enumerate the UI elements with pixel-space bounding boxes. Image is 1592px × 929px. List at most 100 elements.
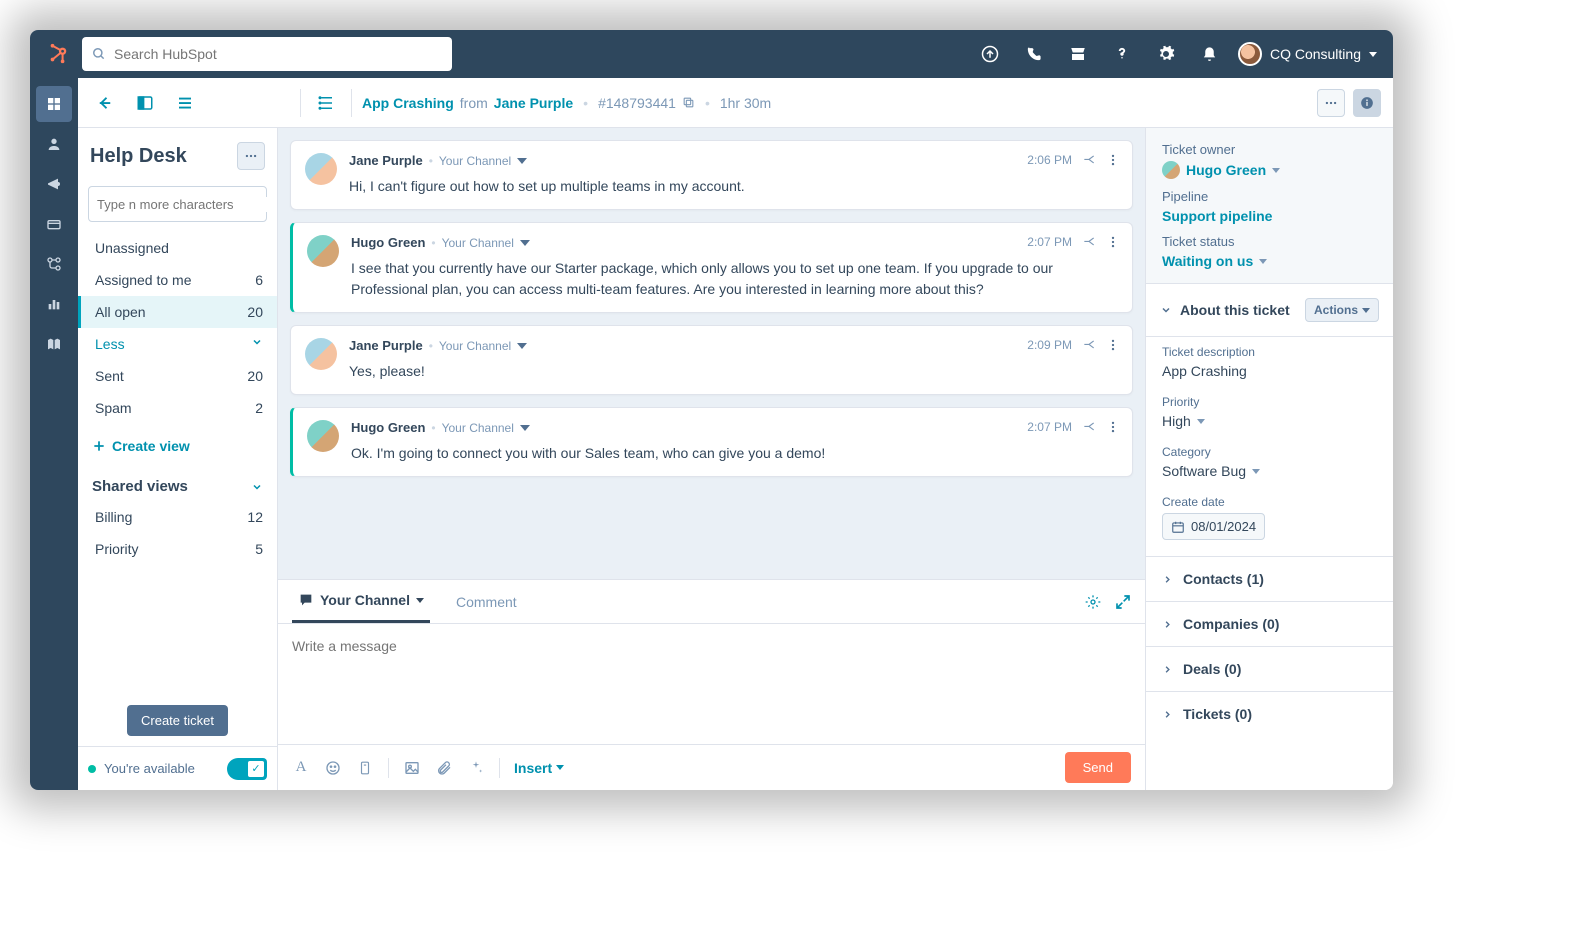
phone-icon[interactable] <box>1018 38 1050 70</box>
list-view-button[interactable] <box>170 88 200 118</box>
message-time: 2:06 PM <box>1027 153 1072 167</box>
chevron-down-icon[interactable] <box>520 425 530 431</box>
owner-dropdown[interactable]: Hugo Green <box>1162 161 1377 179</box>
avatar <box>305 153 337 185</box>
composer-comment-tab[interactable]: Comment <box>450 580 523 623</box>
filter-button[interactable] <box>311 88 341 118</box>
rail-dashboard[interactable] <box>36 86 72 122</box>
message-text: Hi, I can't figure out how to set up mul… <box>349 176 1118 197</box>
chevron-right-icon <box>1162 709 1173 720</box>
view-all-open[interactable]: All open20 <box>78 296 277 328</box>
rail-library[interactable] <box>36 326 72 362</box>
composer-input[interactable] <box>292 638 1131 670</box>
panel-toggle-button[interactable] <box>130 88 160 118</box>
shared-view-priority[interactable]: Priority5 <box>78 533 277 565</box>
view-sent[interactable]: Sent20 <box>78 360 277 392</box>
emoji-button[interactable] <box>324 760 342 776</box>
view-spam[interactable]: Spam2 <box>78 392 277 424</box>
reply-icon[interactable] <box>1082 153 1096 167</box>
rail-reports[interactable] <box>36 286 72 322</box>
assoc-companies[interactable]: Companies (0) <box>1146 601 1393 646</box>
avatar <box>307 235 339 267</box>
reply-icon[interactable] <box>1082 235 1096 249</box>
more-actions-button[interactable] <box>1317 89 1345 117</box>
priority-dropdown[interactable]: High <box>1162 413 1377 429</box>
assoc-deals[interactable]: Deals (0) <box>1146 646 1393 691</box>
chevron-down-icon <box>1252 469 1260 474</box>
contact-name-link[interactable]: Jane Purple <box>494 95 573 111</box>
info-button[interactable] <box>1353 89 1381 117</box>
about-section-header[interactable]: About this ticket Actions <box>1146 284 1393 337</box>
category-dropdown[interactable]: Software Bug <box>1162 463 1377 479</box>
chevron-down-icon <box>251 336 263 348</box>
shared-view-billing[interactable]: Billing12 <box>78 501 277 533</box>
create-view-button[interactable]: Create view <box>78 424 277 468</box>
reply-icon[interactable] <box>1082 420 1096 434</box>
assoc-contacts[interactable]: Contacts (1) <box>1146 556 1393 601</box>
chevron-down-icon <box>251 481 263 493</box>
account-menu[interactable]: CQ Consulting <box>1238 42 1377 66</box>
actions-dropdown[interactable]: Actions <box>1305 298 1379 322</box>
chevron-down-icon[interactable] <box>520 240 530 246</box>
assoc-tickets[interactable]: Tickets (0) <box>1146 691 1393 736</box>
view-unassigned[interactable]: Unassigned <box>78 232 277 264</box>
sidebar-search-input[interactable] <box>97 197 273 212</box>
createdate-label: Create date <box>1162 495 1377 509</box>
view-less-toggle[interactable]: Less <box>78 328 277 360</box>
availability-toggle[interactable]: ✓ <box>227 758 267 780</box>
avatar <box>1162 161 1180 179</box>
helpdesk-sidebar: Help Desk Unassigned Assigned to me6 All… <box>78 128 278 790</box>
font-button[interactable]: A <box>292 759 310 776</box>
rail-marketing[interactable] <box>36 166 72 202</box>
rail-commerce[interactable] <box>36 206 72 242</box>
ticket-title[interactable]: App Crashing <box>362 95 454 111</box>
more-icon[interactable] <box>1106 153 1120 167</box>
message-author: Hugo Green <box>351 420 425 435</box>
message: Hugo Green • Your Channel Ok. I'm going … <box>290 407 1133 477</box>
chevron-down-icon[interactable] <box>517 343 527 349</box>
composer-channel-tab[interactable]: Your Channel <box>292 580 430 623</box>
sidebar-search[interactable] <box>88 186 267 222</box>
hubspot-logo-icon[interactable] <box>46 42 70 66</box>
ai-button[interactable] <box>467 760 485 776</box>
insert-menu[interactable]: Insert <box>514 760 564 776</box>
expand-icon[interactable] <box>1115 594 1131 610</box>
rail-contacts[interactable] <box>36 126 72 162</box>
more-icon[interactable] <box>1106 235 1120 249</box>
more-icon[interactable] <box>1106 420 1120 434</box>
reply-icon[interactable] <box>1082 338 1096 352</box>
pipeline-link[interactable]: Support pipeline <box>1162 208 1377 224</box>
image-button[interactable] <box>403 760 421 776</box>
attachment-button[interactable] <box>435 760 453 776</box>
marketplace-icon[interactable] <box>1062 38 1094 70</box>
view-assigned-to-me[interactable]: Assigned to me6 <box>78 264 277 296</box>
more-icon[interactable] <box>1106 338 1120 352</box>
snippet-button[interactable] <box>356 760 374 776</box>
settings-icon[interactable] <box>1150 38 1182 70</box>
owner-label: Ticket owner <box>1162 142 1377 157</box>
gear-icon[interactable] <box>1085 594 1101 610</box>
message-channel: Your Channel <box>439 339 511 353</box>
chevron-down-icon <box>1197 419 1205 424</box>
sidebar-more-button[interactable] <box>237 142 265 170</box>
chevron-down-icon[interactable] <box>517 158 527 164</box>
rail-automation[interactable] <box>36 246 72 282</box>
global-search[interactable] <box>82 37 452 71</box>
upgrade-icon[interactable] <box>974 38 1006 70</box>
message-text: Yes, please! <box>349 361 1118 382</box>
message-channel: Your Channel <box>442 421 514 435</box>
message-time: 2:07 PM <box>1027 235 1072 249</box>
chevron-right-icon <box>1162 619 1173 630</box>
avatar <box>305 338 337 370</box>
create-ticket-button[interactable]: Create ticket <box>127 705 228 736</box>
status-dropdown[interactable]: Waiting on us <box>1162 253 1377 269</box>
back-button[interactable] <box>90 88 120 118</box>
createdate-picker[interactable]: 08/01/2024 <box>1162 513 1265 540</box>
copy-icon[interactable] <box>682 96 695 109</box>
shared-views-header[interactable]: Shared views <box>78 468 277 501</box>
category-label: Category <box>1162 445 1377 459</box>
notifications-icon[interactable] <box>1194 38 1226 70</box>
send-button[interactable]: Send <box>1065 752 1131 783</box>
help-icon[interactable] <box>1106 38 1138 70</box>
global-search-input[interactable] <box>114 46 442 62</box>
